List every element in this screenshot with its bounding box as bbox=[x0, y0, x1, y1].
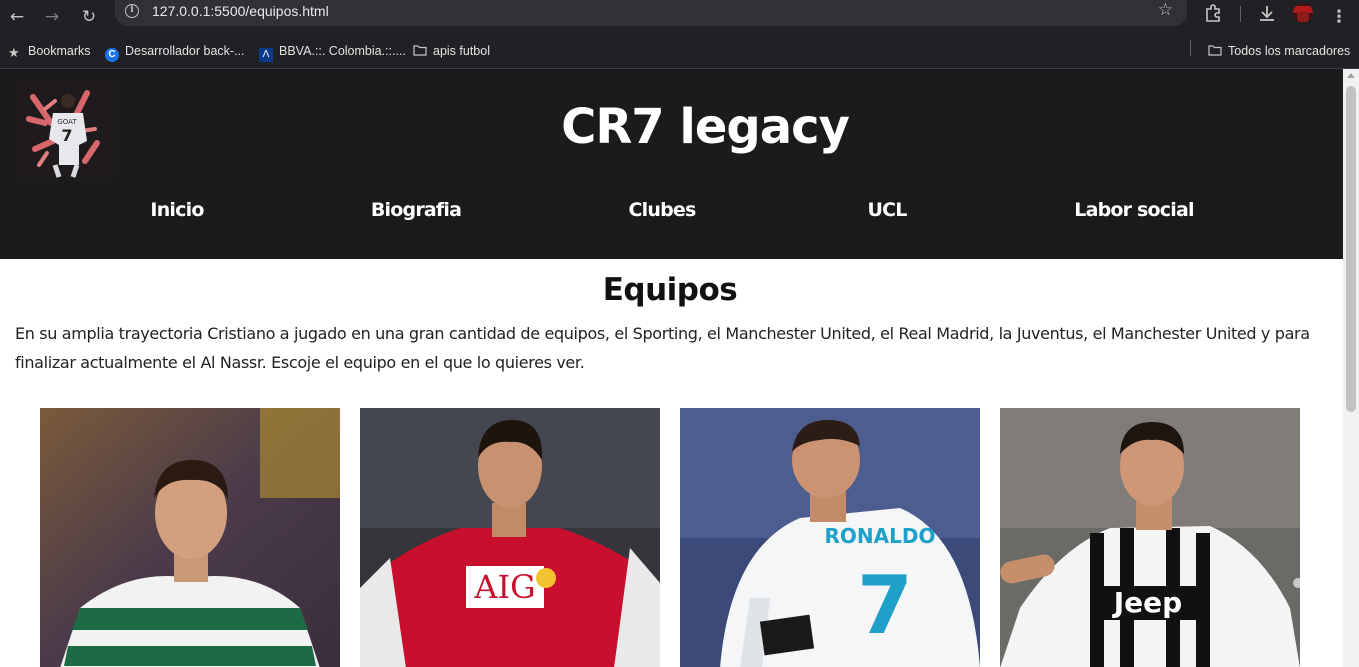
nav-link-clubes[interactable]: Clubes bbox=[629, 199, 697, 221]
back-arrow-icon[interactable]: ← bbox=[3, 3, 31, 31]
bookmark-item[interactable]: Λ BBVA.::. Colombia.::.... bbox=[259, 40, 406, 62]
team-card-manchester-united[interactable]: AIG bbox=[360, 408, 660, 667]
bookmark-label: Bookmarks bbox=[28, 44, 91, 58]
bookmark-label: BBVA.::. Colombia.::.... bbox=[279, 44, 406, 58]
team-card-sporting[interactable] bbox=[40, 408, 340, 667]
intro-paragraph: En su amplia trayectoria Cristiano a jug… bbox=[15, 324, 1310, 372]
card-sponsor-text: Jeep bbox=[1112, 586, 1182, 619]
scroll-thumb[interactable] bbox=[1346, 86, 1356, 412]
card-sponsor-text: AIG bbox=[473, 568, 535, 606]
menu-kebab-icon[interactable]: ⋮ bbox=[1325, 3, 1353, 31]
section-title: Equipos bbox=[602, 272, 738, 308]
address-bar[interactable]: i 127.0.0.1:5500/equipos.html ☆ bbox=[115, 0, 1187, 26]
bookmark-label: Desarrollador back-... bbox=[125, 44, 245, 58]
download-icon[interactable] bbox=[1257, 3, 1277, 23]
team-card-real-madrid[interactable]: RONALDO 7 bbox=[680, 408, 980, 667]
folder-icon bbox=[1208, 45, 1222, 56]
card-shirt-number: 7 bbox=[857, 559, 913, 652]
nav-link-inicio[interactable]: Inicio bbox=[150, 199, 204, 221]
bookmark-label: apis futbol bbox=[433, 44, 490, 58]
url-text[interactable]: 127.0.0.1:5500/equipos.html bbox=[152, 3, 329, 19]
all-bookmarks-label: Todos los marcadores bbox=[1228, 44, 1351, 58]
reload-icon[interactable]: ↻ bbox=[75, 3, 103, 31]
bookmarks-divider bbox=[1190, 40, 1191, 56]
forward-arrow-icon[interactable]: → bbox=[38, 3, 66, 31]
folder-icon bbox=[413, 45, 427, 56]
bookmark-item[interactable]: ★ Bookmarks bbox=[8, 40, 91, 62]
site-header: GOAT 7 CR7 legacy Inicio Biografia Clube… bbox=[0, 69, 1343, 259]
scroll-up-arrow-icon[interactable] bbox=[1347, 73, 1355, 78]
bookmark-item[interactable]: apis futbol bbox=[413, 40, 490, 62]
bookmark-item[interactable]: C Desarrollador back-... bbox=[105, 40, 245, 62]
profile-avatar[interactable] bbox=[1293, 3, 1313, 23]
team-card-juventus[interactable]: Jeep bbox=[1000, 408, 1300, 667]
site-title: CR7 legacy bbox=[561, 99, 850, 155]
toolbar-divider bbox=[1240, 6, 1241, 22]
page-viewport: GOAT 7 CR7 legacy Inicio Biografia Clube… bbox=[0, 69, 1343, 667]
bbva-logo-icon: Λ bbox=[259, 48, 273, 62]
nav-link-ucl[interactable]: UCL bbox=[867, 199, 907, 221]
page-scrollbar[interactable] bbox=[1343, 69, 1359, 667]
main-nav: Inicio Biografia Clubes UCL Labor social bbox=[0, 199, 1343, 229]
star-icon: ★ bbox=[8, 45, 20, 60]
nav-link-biografia[interactable]: Biografia bbox=[371, 199, 462, 221]
all-bookmarks-folder[interactable]: Todos los marcadores bbox=[1208, 40, 1350, 62]
card-shirt-name: RONALDO bbox=[825, 524, 936, 548]
bookmark-star-icon[interactable]: ☆ bbox=[1158, 0, 1173, 20]
bookmarks-bar: ★ Bookmarks C Desarrollador back-... Λ BBVA… bbox=[0, 35, 1359, 69]
extensions-icon[interactable] bbox=[1203, 3, 1223, 23]
browser-toolbar: ← → ↻ i 127.0.0.1:5500/equipos.html ☆ ⋮ bbox=[0, 0, 1359, 35]
nav-link-labor-social[interactable]: Labor social bbox=[1074, 199, 1194, 221]
site-info-icon[interactable]: i bbox=[125, 4, 139, 18]
team-cards: AIG RONALDO 7 Jeep bbox=[40, 408, 1300, 667]
c-logo-icon: C bbox=[105, 48, 119, 62]
